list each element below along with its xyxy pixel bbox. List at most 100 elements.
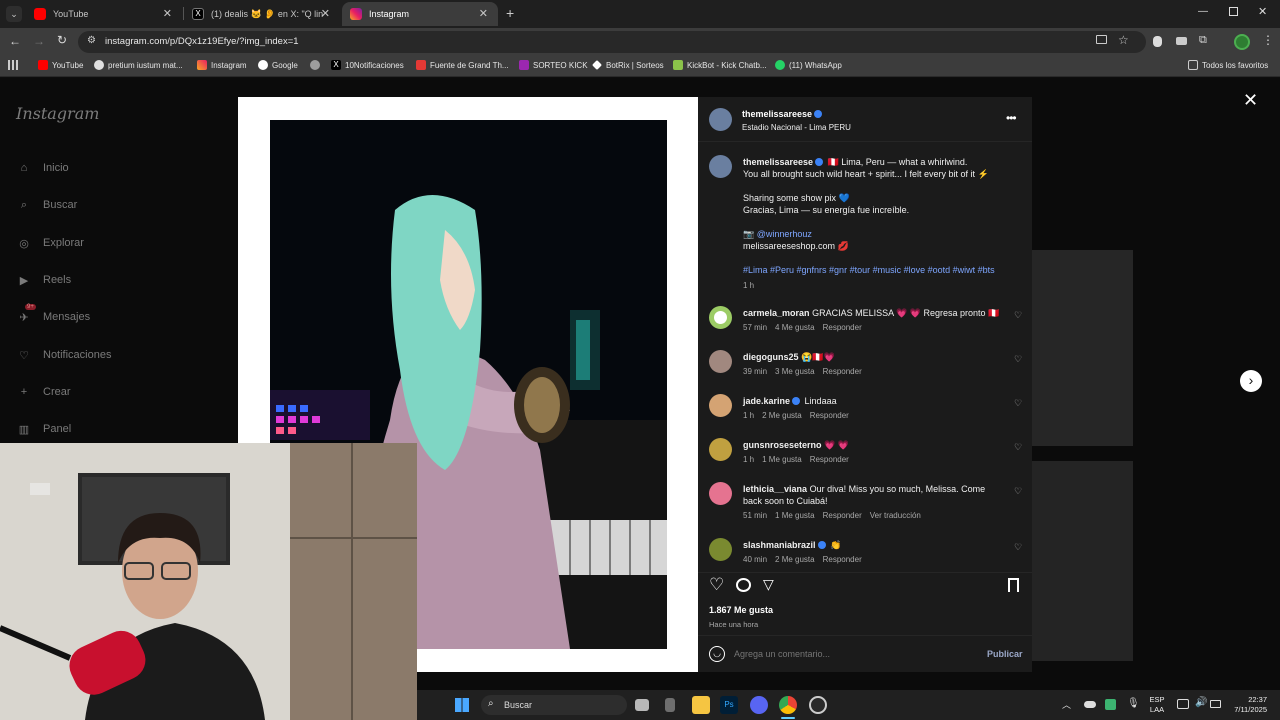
reply-button[interactable]: Responder <box>823 367 862 376</box>
taskbar-search[interactable]: ⌕ Buscar <box>481 695 627 715</box>
bookmark-item[interactable] <box>310 60 324 70</box>
share-icon[interactable]: ▽ <box>763 576 774 593</box>
media-next-arrow[interactable]: › <box>676 376 690 390</box>
tab-search-icon[interactable]: ⌄ <box>6 6 22 22</box>
windows-start-icon[interactable] <box>455 698 469 712</box>
commenter-avatar[interactable] <box>709 438 732 461</box>
sidebar-item-mensajes[interactable]: ✈ 9+ Mensajes <box>16 304 90 325</box>
bookmark-item[interactable]: Instagram <box>197 60 247 70</box>
language-indicator[interactable]: ESP LAA <box>1148 695 1166 715</box>
post-author[interactable]: themelissareese <box>742 109 824 119</box>
see-translation-button[interactable]: Ver traducción <box>870 511 921 520</box>
reply-button[interactable]: Responder <box>823 323 862 332</box>
close-tab-icon[interactable]: ✕ <box>321 7 330 20</box>
like-comment-icon[interactable]: ♡ <box>1014 486 1022 497</box>
all-bookmarks[interactable]: Todos los favoritos <box>1188 60 1268 70</box>
author-avatar[interactable] <box>709 108 732 131</box>
sidebar-item-buscar[interactable]: ⌕ Buscar <box>16 197 77 213</box>
like-comment-icon[interactable]: ♡ <box>1014 398 1022 409</box>
save-icon[interactable] <box>1008 578 1019 592</box>
battery-icon[interactable] <box>1210 700 1221 708</box>
instagram-logo[interactable]: Instagram <box>16 104 99 123</box>
profile-avatar[interactable] <box>1234 34 1250 50</box>
bookmark-item[interactable]: BotRix | Sorteos <box>592 60 664 70</box>
restore-button[interactable] <box>1229 7 1238 16</box>
back-button[interactable]: ← <box>9 34 21 48</box>
comment-likes[interactable]: 2 Me gusta <box>762 411 802 420</box>
reload-button[interactable]: ↻ <box>57 33 67 47</box>
sidebar-item-crear[interactable]: + Crear <box>16 384 71 400</box>
reply-button[interactable]: Responder <box>823 555 862 564</box>
sidebar-item-panel[interactable]: ▥ Panel <box>16 421 71 437</box>
extension-icon[interactable] <box>1153 36 1162 47</box>
bookmark-item[interactable]: YouTube <box>38 60 83 70</box>
post-location[interactable]: Estadio Nacional - Lima PERU <box>742 123 851 132</box>
like-comment-icon[interactable]: ♡ <box>1014 442 1022 453</box>
like-icon[interactable]: ♡ <box>709 575 724 595</box>
comment-likes[interactable]: 2 Me gusta <box>775 555 815 564</box>
emoji-icon[interactable]: ◡ <box>709 646 725 662</box>
apps-grid-icon[interactable] <box>8 60 18 70</box>
bookmark-item[interactable]: SORTEO KICK <box>519 60 588 70</box>
bookmark-item[interactable]: KickBot - Kick Chatb... <box>673 60 767 70</box>
extension-icon[interactable] <box>1176 37 1187 45</box>
commenter-avatar[interactable] <box>709 394 732 417</box>
tab-x[interactable]: X (1) dealis 🐱 👂 en X: "Q lindo ✕ <box>184 2 340 26</box>
commenter-name[interactable]: lethicia__viana <box>743 484 807 494</box>
photographer-mention[interactable]: 📷 @winnerhouz <box>743 228 1023 240</box>
close-window-button[interactable]: ✕ <box>1258 5 1267 18</box>
commenter-name[interactable]: diegoguns25 <box>743 352 799 362</box>
install-app-icon[interactable] <box>1096 35 1107 44</box>
bookmark-item[interactable]: X 10Notificaciones <box>331 60 404 70</box>
bookmark-item[interactable]: Fuente de Grand Th... <box>416 60 509 70</box>
photoshop-icon[interactable]: Ps <box>720 696 738 714</box>
commenter-name[interactable]: jade.karine <box>743 396 790 406</box>
site-info-icon[interactable]: ⚙ <box>87 35 96 46</box>
extensions-puzzle-icon[interactable]: ⧉ <box>1199 34 1207 47</box>
commenter-name[interactable]: gunsnroseseterno <box>743 440 822 450</box>
commenter-avatar[interactable] <box>709 350 732 373</box>
tray-overflow-icon[interactable]: ︿ <box>1062 698 1071 711</box>
file-explorer-icon[interactable] <box>692 696 710 714</box>
more-options-icon[interactable]: ••• <box>1006 111 1017 125</box>
bookmark-item[interactable]: pretium iustum mat... <box>94 60 183 70</box>
comment-icon[interactable] <box>736 578 751 592</box>
commenter-avatar[interactable] <box>709 482 732 505</box>
sidebar-item-reels[interactable]: ▶ Reels <box>16 272 71 288</box>
bookmark-item[interactable]: Google <box>258 60 298 70</box>
sidebar-item-inicio[interactable]: ⌂ Inicio <box>16 160 69 176</box>
clock[interactable]: 22:37 7/11/2025 <box>1225 695 1267 715</box>
comment-likes[interactable]: 4 Me gusta <box>775 323 815 332</box>
microphone-icon[interactable]: 🎙 <box>1127 698 1140 709</box>
obs-icon[interactable] <box>809 696 827 714</box>
onedrive-icon[interactable] <box>1084 701 1096 708</box>
caption-author[interactable]: themelissareese <box>743 157 813 167</box>
hashtags[interactable]: #Lima #Peru #gnfnrs #gnr #tour #music #l… <box>743 264 1023 276</box>
bookmark-star-icon[interactable]: ☆ <box>1118 33 1129 47</box>
tab-instagram[interactable]: Instagram ✕ <box>342 2 498 26</box>
comment-likes[interactable]: 3 Me gusta <box>775 367 815 376</box>
caption-author-avatar[interactable] <box>709 155 732 178</box>
commenter-avatar[interactable] <box>709 306 732 329</box>
reply-button[interactable]: Responder <box>810 455 849 464</box>
phone-app-icon[interactable] <box>665 698 675 712</box>
comment-input[interactable] <box>734 647 974 661</box>
shop-link[interactable]: melissareeseshop.com 💋 <box>743 240 1023 252</box>
task-view-icon[interactable] <box>635 699 649 711</box>
next-post-button[interactable]: › <box>1240 370 1262 392</box>
close-tab-icon[interactable]: ✕ <box>479 7 488 20</box>
comment-likes[interactable]: 1 Me gusta <box>762 455 802 464</box>
like-comment-icon[interactable]: ♡ <box>1014 310 1022 321</box>
reply-button[interactable]: Responder <box>823 511 862 520</box>
minimize-button[interactable]: — <box>1198 6 1208 17</box>
volume-icon[interactable]: 🔊 <box>1195 697 1207 708</box>
address-bar[interactable]: ⚙ instagram.com/p/DQx1z19Efye/?img_index… <box>78 31 1146 53</box>
network-icon[interactable] <box>1177 699 1189 709</box>
browser-menu-icon[interactable]: ⋮ <box>1262 33 1274 47</box>
reply-button[interactable]: Responder <box>810 411 849 420</box>
publish-button[interactable]: Publicar <box>987 649 1023 659</box>
like-comment-icon[interactable]: ♡ <box>1014 542 1022 553</box>
commenter-avatar[interactable] <box>709 538 732 561</box>
forward-button[interactable]: → <box>33 34 45 48</box>
commenter-name[interactable]: carmela_moran <box>743 308 810 318</box>
